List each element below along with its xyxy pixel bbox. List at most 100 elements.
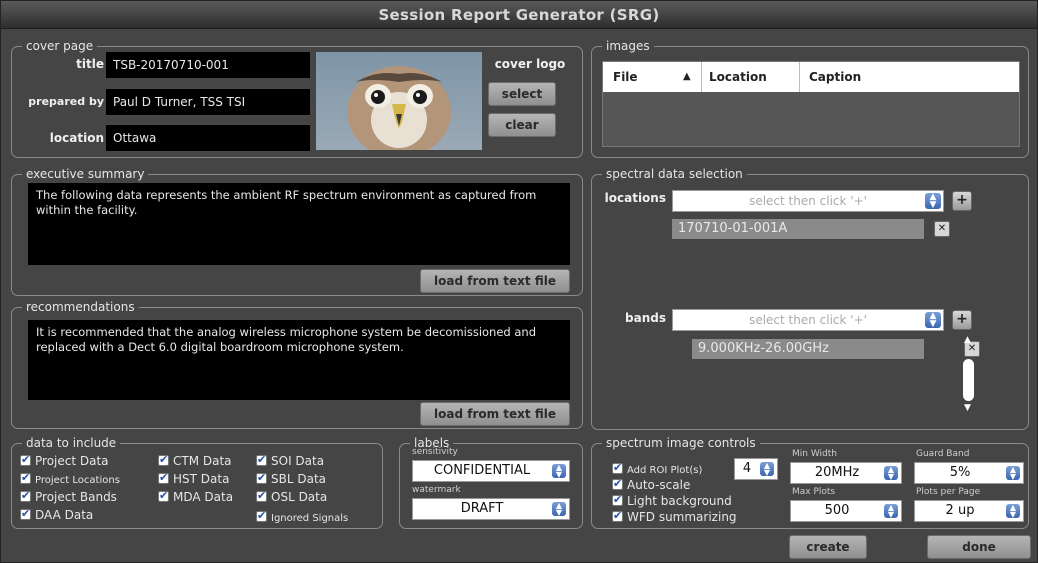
checkbox-label: MDA Data xyxy=(173,490,234,504)
spectrum-controls-legend: spectrum image controls xyxy=(602,435,760,451)
checkbox-light-background[interactable]: Light background xyxy=(612,493,732,508)
recommendations-textarea[interactable]: It is recommended that the analog wirele… xyxy=(28,320,570,400)
checkbox-daa-data[interactable]: DAA Data xyxy=(20,507,93,522)
checkbox-label: Project Bands xyxy=(35,490,117,504)
updown-arrow-icon: ▲ ▼ xyxy=(552,502,566,517)
sensitivity-label: sensitivity xyxy=(412,447,458,457)
checkbox-label: SOI Data xyxy=(271,454,325,468)
checkbox-label: SBL Data xyxy=(271,472,327,486)
checkmark-icon xyxy=(256,471,267,485)
images-legend: images xyxy=(602,38,654,54)
watermark-label: watermark xyxy=(412,485,461,495)
updown-arrow-icon: ▲ ▼ xyxy=(884,466,898,481)
checkmark-icon xyxy=(256,453,267,467)
sort-ascending-icon[interactable]: ▲ xyxy=(683,62,691,92)
checkbox-mda-data[interactable]: MDA Data xyxy=(158,489,234,504)
checkbox-project-data[interactable]: Project Data xyxy=(20,453,109,468)
checkbox-auto-scale[interactable]: Auto-scale xyxy=(612,477,690,492)
checkbox-project-locations[interactable]: Project Locations xyxy=(20,471,120,488)
scroll-down-icon[interactable]: ▼ xyxy=(964,403,971,413)
locations-label: locations xyxy=(604,191,666,205)
recommendations-load-button[interactable]: load from text file xyxy=(420,402,570,426)
checkbox-label: Project Data xyxy=(35,454,109,468)
executive-summary-legend: executive summary xyxy=(22,166,149,182)
images-group: images File ▲ Location Caption xyxy=(591,38,1029,158)
recommendations-group: recommendations It is recommended that t… xyxy=(11,299,583,429)
scroll-up-icon[interactable]: ▲ xyxy=(964,335,971,345)
checkmark-icon xyxy=(20,489,31,503)
min-width-select[interactable]: 20MHz ▲ ▼ xyxy=(790,462,902,484)
max-plots-select[interactable]: 500 ▲ ▼ xyxy=(790,500,902,522)
plots-per-page-value: 2 up xyxy=(945,503,975,518)
updown-arrow-icon: ▲ ▼ xyxy=(760,462,774,477)
spectrum-controls-group: spectrum image controls Add ROI Plot(s) … xyxy=(591,435,1029,529)
clear-logo-button[interactable]: clear xyxy=(488,113,556,137)
column-header-file[interactable]: File xyxy=(613,62,638,92)
bands-scrollbar[interactable]: ▲ ▼ xyxy=(962,335,976,415)
scroll-thumb[interactable] xyxy=(963,359,974,401)
remove-location-icon[interactable]: ✕ xyxy=(934,221,950,237)
watermark-select[interactable]: DRAFT ▲ ▼ xyxy=(412,498,570,520)
select-logo-button[interactable]: select xyxy=(488,82,556,106)
prepared-by-field[interactable]: Paul D Turner, TSS TSI xyxy=(106,89,310,115)
checkmark-icon xyxy=(20,471,31,485)
checkmark-icon xyxy=(612,509,623,523)
data-to-include-legend: data to include xyxy=(22,435,121,451)
bands-label: bands xyxy=(625,311,666,325)
min-width-value: 20MHz xyxy=(814,465,860,480)
cover-logo-image xyxy=(316,52,482,150)
checkbox-soi-data[interactable]: SOI Data xyxy=(256,453,325,468)
data-to-include-group: data to include Project Data CTM Data SO… xyxy=(11,435,383,529)
location-list-item[interactable]: 170710-01-001A xyxy=(672,219,924,239)
checkmark-icon xyxy=(158,489,169,503)
roi-count-select[interactable]: 4 ▲ ▼ xyxy=(734,458,778,480)
sensitivity-select[interactable]: CONFIDENTIAL ▲ ▼ xyxy=(412,460,570,482)
bands-placeholder: select then click '+' xyxy=(749,313,867,327)
checkbox-project-bands[interactable]: Project Bands xyxy=(20,489,117,504)
title-field[interactable]: TSB-20170710-001 xyxy=(106,52,310,78)
guard-band-value: 5% xyxy=(949,465,971,480)
checkmark-icon xyxy=(158,471,169,485)
column-divider xyxy=(701,62,702,92)
recommendations-legend: recommendations xyxy=(22,299,139,315)
checkbox-osl-data[interactable]: OSL Data xyxy=(256,489,328,504)
executive-load-button[interactable]: load from text file xyxy=(420,269,570,293)
checkmark-icon xyxy=(20,507,31,521)
location-field[interactable]: Ottawa xyxy=(106,125,310,151)
updown-arrow-icon: ▲ ▼ xyxy=(925,312,941,329)
executive-summary-group: executive summary The following data rep… xyxy=(11,166,583,296)
images-table-header: File ▲ Location Caption xyxy=(603,62,1019,92)
location-label: location xyxy=(49,131,104,145)
done-button[interactable]: done xyxy=(927,535,1031,559)
checkbox-label: OSL Data xyxy=(271,490,328,504)
updown-arrow-icon: ▲ ▼ xyxy=(1006,504,1020,519)
checkbox-hst-data[interactable]: HST Data xyxy=(158,471,229,486)
guard-band-select[interactable]: 5% ▲ ▼ xyxy=(914,462,1024,484)
create-button[interactable]: create xyxy=(789,535,867,559)
column-header-caption[interactable]: Caption xyxy=(809,62,861,92)
spectral-data-legend: spectral data selection xyxy=(602,166,747,182)
checkbox-wfd-summarizing[interactable]: WFD summarizing xyxy=(612,509,737,524)
executive-summary-textarea[interactable]: The following data represents the ambien… xyxy=(28,183,570,265)
checkbox-sbl-data[interactable]: SBL Data xyxy=(256,471,327,486)
band-list-item[interactable]: 9.000KHz-26.00GHz xyxy=(692,339,924,359)
cover-page-legend: cover page xyxy=(22,38,98,54)
spectral-data-group: spectral data selection locations select… xyxy=(591,166,1029,430)
checkmark-icon xyxy=(20,453,31,467)
updown-arrow-icon: ▲ ▼ xyxy=(1006,466,1020,481)
bands-combo[interactable]: select then click '+' ▲ ▼ xyxy=(672,309,944,331)
add-location-button[interactable]: + xyxy=(952,191,972,211)
checkbox-ignored-signals[interactable]: Ignored Signals xyxy=(256,509,348,526)
prepared-by-label: prepared by xyxy=(28,95,104,108)
checkbox-ctm-data[interactable]: CTM Data xyxy=(158,453,232,468)
falcon-image xyxy=(347,66,451,150)
images-table[interactable]: File ▲ Location Caption xyxy=(602,61,1020,147)
add-band-button[interactable]: + xyxy=(952,310,972,330)
checkmark-icon xyxy=(612,493,623,507)
checkbox-add-roi[interactable]: Add ROI Plot(s) xyxy=(612,461,703,478)
locations-combo[interactable]: select then click '+' ▲ ▼ xyxy=(672,190,944,212)
plots-per-page-select[interactable]: 2 up ▲ ▼ xyxy=(914,500,1024,522)
checkbox-label: Add ROI Plot(s) xyxy=(627,465,703,476)
column-header-location[interactable]: Location xyxy=(709,62,767,92)
checkmark-icon xyxy=(256,489,267,503)
